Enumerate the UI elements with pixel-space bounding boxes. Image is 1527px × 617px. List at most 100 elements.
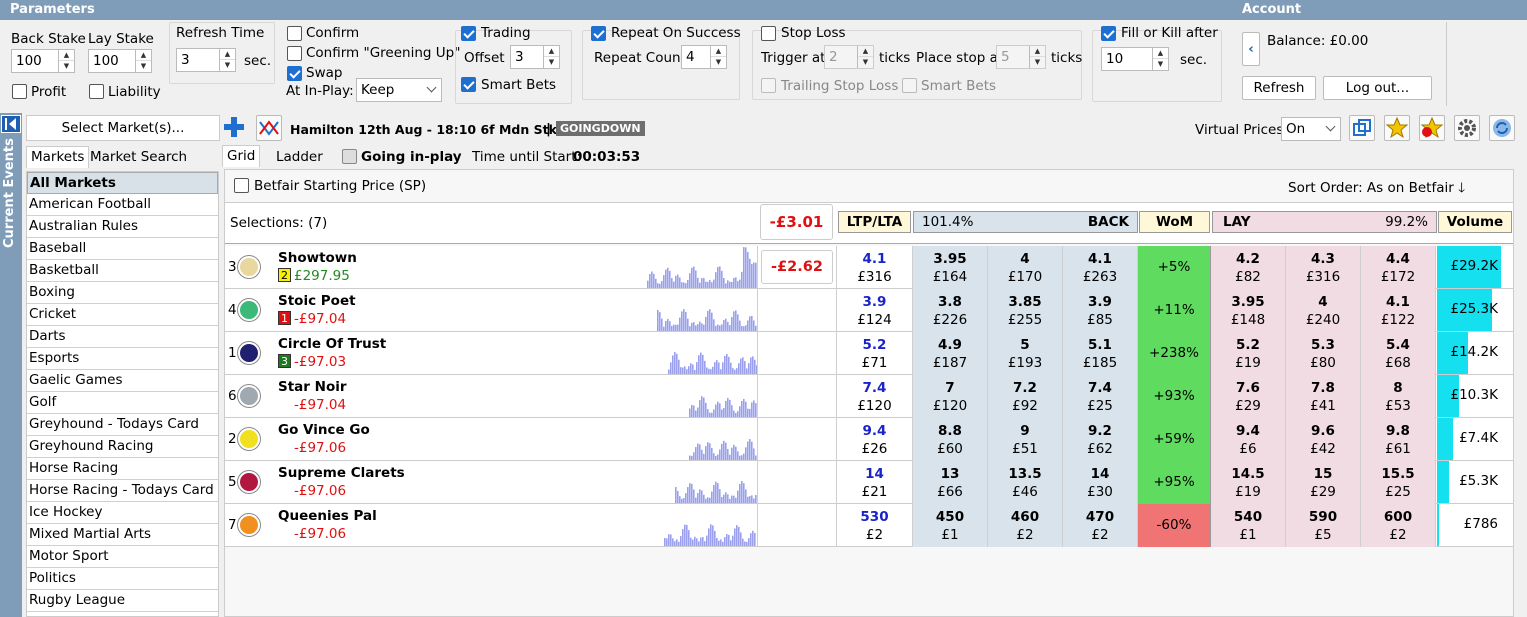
select-markets-button[interactable]: Select Market(s)... [26,115,220,141]
favourite-star-icon[interactable] [1384,115,1410,141]
back-stake-input[interactable]: 100 ▲ ▼ [11,49,75,73]
refresh-button[interactable]: Refresh [1242,76,1316,100]
market-item-all[interactable]: All Markets [27,172,218,194]
back-price-cell[interactable]: 4.1 £263 [1063,246,1138,289]
runner-name[interactable]: Supreme Clarets [278,465,405,481]
ltp-cell[interactable]: 4.1 £316 [837,246,913,289]
runner-name[interactable]: Stoic Poet [278,293,356,309]
lay-price-cell[interactable]: 4.4 £172 [1361,246,1436,289]
tab-ladder[interactable]: Ladder [272,147,327,169]
tab-grid[interactable]: Grid [222,145,261,167]
lay-stake-input[interactable]: 100 ▲ ▼ [88,49,152,73]
ltp-cell[interactable]: 530 £2 [837,504,913,547]
liability-checkbox[interactable] [89,84,104,99]
lay-price-cell[interactable]: 15.5 £25 [1361,461,1436,504]
confirm-checkbox[interactable] [287,26,302,41]
back-price-cell[interactable]: 13.5 £46 [988,461,1063,504]
market-item[interactable]: American Football [27,194,218,216]
runner-pl-cell[interactable] [757,289,837,332]
gear-icon[interactable] [1454,115,1480,141]
lay-price-cell[interactable]: 4.1 £122 [1361,289,1436,332]
lay-price-cell[interactable]: 4 £240 [1286,289,1361,332]
ltp-cell[interactable]: 7.4 £120 [837,375,913,418]
market-item[interactable]: Golf [27,392,218,414]
lay-price-cell[interactable]: 8 £53 [1361,375,1436,418]
market-item[interactable]: Esports [27,348,218,370]
back-price-cell[interactable]: 14 £30 [1063,461,1138,504]
lay-price-cell[interactable]: 7.6 £29 [1211,375,1286,418]
market-item[interactable]: Cricket [27,304,218,326]
runner-pl-cell[interactable] [757,332,837,375]
lay-price-cell[interactable]: 5.4 £68 [1361,332,1436,375]
runner-pl-cell[interactable] [757,375,837,418]
market-item[interactable]: Horse Racing - Todays Card [27,480,218,502]
smart-bets-sl-checkbox[interactable] [902,78,917,93]
trailing-stop-checkbox[interactable] [761,78,776,93]
fok-checkbox[interactable] [1101,26,1116,41]
sort-order-label[interactable]: Sort Order: As on Betfair 🡓 [1288,178,1465,201]
account-collapse-button[interactable]: ‹ [1242,32,1260,66]
market-item[interactable]: Politics [27,568,218,590]
back-price-cell[interactable]: 4 £170 [988,246,1063,289]
runner-name[interactable]: Queenies Pal [278,508,377,524]
back-price-cell[interactable]: 7.2 £92 [988,375,1063,418]
tab-markets[interactable]: Markets [26,146,90,168]
chart-icon[interactable] [256,115,282,141]
back-price-cell[interactable]: 460 £2 [988,504,1063,547]
runner-pl-cell[interactable]: -£2.62 [757,246,837,289]
trigger-input[interactable]: 2 ▲ ▼ [824,45,874,69]
back-price-cell[interactable]: 3.85 £255 [988,289,1063,332]
runner-name[interactable]: Go Vince Go [278,422,370,438]
back-price-cell[interactable]: 13 £66 [913,461,988,504]
runner-name[interactable]: Showtown [278,250,357,266]
lay-price-cell[interactable]: 7.8 £41 [1286,375,1361,418]
back-price-cell[interactable]: 7 £120 [913,375,988,418]
back-price-cell[interactable]: 4.9 £187 [913,332,988,375]
market-item[interactable]: Baseball [27,238,218,260]
runner-row[interactable]: 3 Showtown 2 £297.95 -£2.62 4.1 £316 3.95 £164 4 £… [225,246,1513,289]
back-price-cell[interactable]: 450 £1 [913,504,988,547]
collapse-sidebar-button[interactable] [1,115,21,133]
market-item[interactable]: Ice Hockey [27,502,218,524]
market-item[interactable]: Greyhound - Todays Card [27,414,218,436]
bsp-checkbox[interactable] [234,178,249,193]
runner-name[interactable]: Circle Of Trust [278,336,386,352]
back-price-cell[interactable]: 9 £51 [988,418,1063,461]
back-price-cell[interactable]: 9.2 £62 [1063,418,1138,461]
virtual-prices-select[interactable]: On [1281,117,1341,141]
profit-checkbox[interactable] [12,84,27,99]
repeat-count-input[interactable]: 4 ▲ ▼ [681,45,727,69]
lay-price-cell[interactable]: 4.2 £82 [1211,246,1286,289]
market-item[interactable]: Gaelic Games [27,370,218,392]
lay-price-cell[interactable]: 14.5 £19 [1211,461,1286,504]
runner-row[interactable]: 1 Circle Of Trust 3 -£97.03 5.2 £71 4.9 £187 5 £1… [225,332,1513,375]
market-item[interactable]: Darts [27,326,218,348]
market-item[interactable]: Rugby League [27,590,218,612]
tab-market-search[interactable]: Market Search [86,147,191,169]
offset-input[interactable]: 3 ▲ ▼ [510,45,560,69]
market-item[interactable]: Horse Racing [27,458,218,480]
ltp-cell[interactable]: 5.2 £71 [837,332,913,375]
runner-row[interactable]: 6 Star Noir -£97.04 7.4 £120 7 £120 7.2 £92 7.4 £2… [225,375,1513,418]
popout-icon[interactable] [1349,115,1375,141]
swap-checkbox[interactable] [287,66,302,81]
lay-price-cell[interactable]: 540 £1 [1211,504,1286,547]
back-price-cell[interactable]: 470 £2 [1063,504,1138,547]
lay-price-cell[interactable]: 15 £29 [1286,461,1361,504]
lay-price-cell[interactable]: 5.2 £19 [1211,332,1286,375]
smart-bets-checkbox[interactable] [461,77,476,92]
back-price-cell[interactable]: 3.9 £85 [1063,289,1138,332]
market-item[interactable]: Australian Rules [27,216,218,238]
lay-price-cell[interactable]: 9.6 £42 [1286,418,1361,461]
add-favourite-icon[interactable] [1419,115,1445,141]
runner-pl-cell[interactable] [757,461,837,504]
lay-price-cell[interactable]: 600 £2 [1361,504,1436,547]
runner-row[interactable]: 5 Supreme Clarets -£97.06 14 £21 13 £66 13.5 £46… [225,461,1513,504]
repeat-success-checkbox[interactable] [591,26,606,41]
market-item[interactable]: Boxing [27,282,218,304]
refresh-icon[interactable] [1489,115,1515,141]
trading-checkbox[interactable] [461,26,476,41]
add-market-icon[interactable] [222,115,248,141]
back-price-cell[interactable]: 7.4 £25 [1063,375,1138,418]
market-item[interactable]: Motor Sport [27,546,218,568]
